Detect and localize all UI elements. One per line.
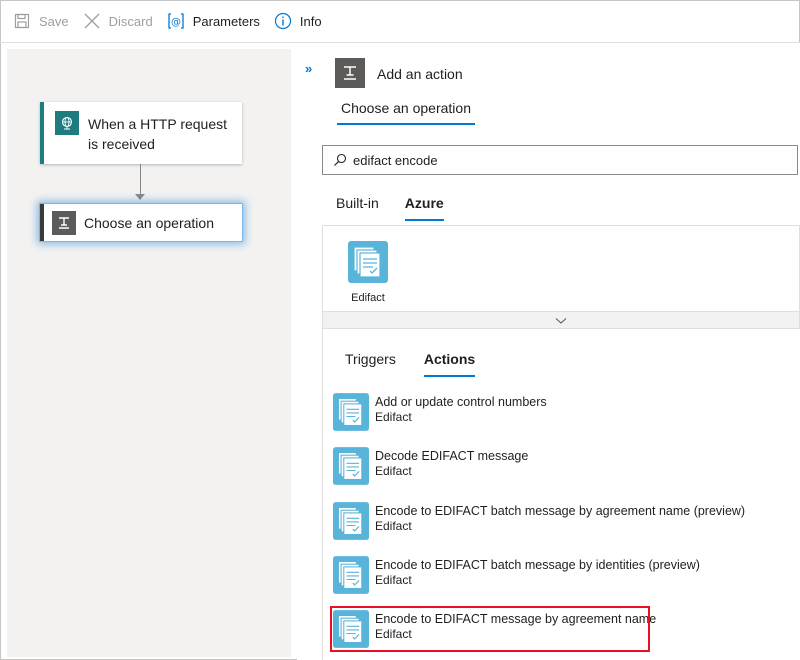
parameters-icon: @: [167, 12, 185, 30]
highlight-box: [330, 606, 650, 652]
choose-operation-card[interactable]: Choose an operation: [40, 204, 242, 241]
connector-arrow-icon: [135, 194, 145, 200]
action-name: Encode to EDIFACT batch message by ident…: [375, 558, 700, 572]
info-icon: [274, 12, 292, 30]
connector-tabs: Built-in Azure: [336, 195, 470, 221]
save-button[interactable]: Save: [13, 6, 69, 36]
action-name: Decode EDIFACT message: [375, 449, 529, 463]
search-input[interactable]: [353, 152, 773, 168]
collapse-panel-icon[interactable]: »: [305, 61, 312, 76]
edifact-icon: [333, 447, 369, 485]
edifact-icon: [348, 241, 388, 286]
action-connector: Edifact: [375, 464, 412, 478]
panel-title: Add an action: [377, 66, 463, 82]
flow-connector: [140, 164, 141, 198]
tab-choose-operation[interactable]: Choose an operation: [337, 100, 475, 125]
save-icon: [13, 12, 31, 30]
action-name: Add or update control numbers: [375, 395, 547, 409]
edifact-icon: [333, 393, 369, 431]
tab-actions[interactable]: Actions: [423, 351, 476, 377]
designer-canvas[interactable]: When a HTTP request is received Choose a…: [7, 49, 291, 657]
discard-button[interactable]: Discard: [83, 6, 153, 36]
trigger-card-title: When a HTTP request is received: [88, 116, 228, 152]
tab-triggers[interactable]: Triggers: [345, 351, 396, 377]
edifact-icon: [333, 556, 369, 594]
add-action-panel: » Add an action Choose an operation Buil…: [297, 43, 800, 660]
tab-built-in[interactable]: Built-in: [336, 195, 379, 221]
discard-label: Discard: [108, 13, 153, 29]
action-item[interactable]: Add or update control numbers Edifact: [333, 393, 793, 437]
info-button[interactable]: Info: [274, 6, 322, 36]
result-tabs: Triggers Actions: [345, 351, 503, 377]
action-name: Encode to EDIFACT batch message by agree…: [375, 504, 746, 518]
action-item[interactable]: Encode to EDIFACT batch message by agree…: [333, 502, 793, 546]
action-connector: Edifact: [375, 573, 412, 587]
edifact-connector-tile[interactable]: Edifact: [348, 241, 388, 304]
designer-toolbar: Save Discard @ Parameters Info: [0, 0, 800, 43]
action-header-icon: [335, 58, 365, 88]
parameters-button[interactable]: @ Parameters: [167, 6, 260, 36]
action-placeholder-icon: [52, 210, 76, 235]
edifact-icon: [333, 502, 369, 540]
chevron-down-icon: [555, 313, 567, 328]
search-icon: [333, 153, 347, 167]
svg-text:@: @: [171, 17, 181, 28]
action-connector: Edifact: [375, 410, 412, 424]
http-request-icon: [55, 111, 79, 135]
action-item[interactable]: Encode to EDIFACT batch message by ident…: [333, 556, 793, 600]
info-label: Info: [299, 13, 322, 29]
parameters-label: Parameters: [192, 13, 260, 29]
expand-connectors-button[interactable]: [322, 311, 800, 329]
http-trigger-card[interactable]: When a HTTP request is received: [40, 102, 242, 164]
action-item[interactable]: Decode EDIFACT message Edifact: [333, 447, 793, 491]
discard-icon: [83, 12, 101, 30]
action-card-title: Choose an operation: [84, 214, 214, 231]
action-connector: Edifact: [375, 519, 412, 533]
edifact-tile-label: Edifact: [351, 292, 385, 304]
save-label: Save: [39, 13, 69, 29]
tab-azure[interactable]: Azure: [404, 195, 444, 221]
search-box[interactable]: [322, 145, 798, 175]
